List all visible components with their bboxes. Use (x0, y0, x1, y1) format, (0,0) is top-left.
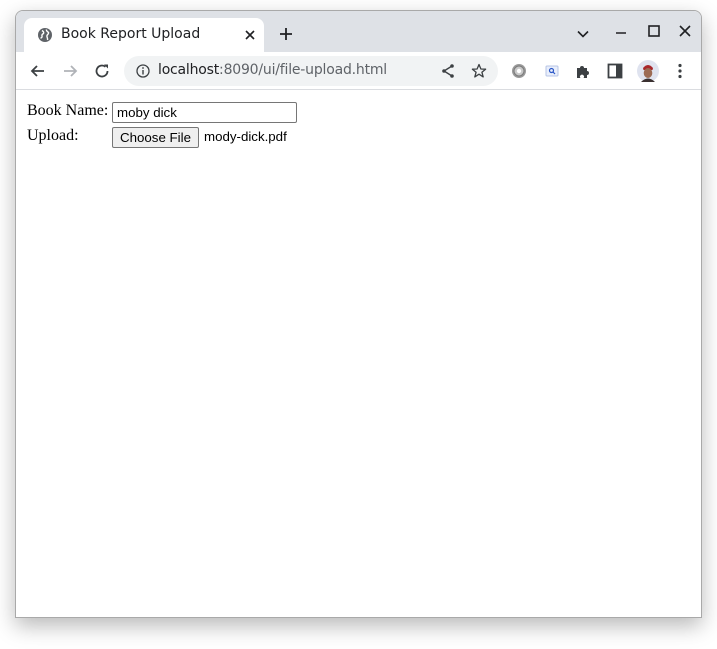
reload-icon[interactable] (93, 62, 111, 80)
browser-toolbar: localhost:8090/ui/file-upload.html (16, 52, 701, 90)
url-text: localhost:8090/ui/file-upload.html (158, 62, 387, 78)
info-icon[interactable] (136, 64, 150, 78)
profile-avatar[interactable] (637, 60, 659, 82)
settings-extension-icon[interactable] (510, 62, 528, 80)
tab-title: Book Report Upload (61, 26, 201, 42)
tab-book-report-upload[interactable]: Book Report Upload (24, 18, 264, 52)
page-content: Book Name: Upload: Choose File mody-dick… (16, 91, 701, 617)
browser-window: Book Report Upload localhost:8090/ui/fil… (15, 10, 702, 618)
tab-close-icon[interactable] (242, 27, 258, 43)
upload-label: Upload: (27, 127, 79, 144)
menu-kebab-icon[interactable] (671, 62, 689, 80)
book-name-input[interactable] (112, 102, 297, 123)
maximize-icon[interactable] (647, 24, 661, 38)
minimize-icon[interactable] (614, 25, 628, 39)
new-tab-icon[interactable] (278, 26, 294, 42)
forward-icon[interactable] (61, 62, 79, 80)
address-bar[interactable]: localhost:8090/ui/file-upload.html (124, 56, 498, 86)
share-icon[interactable] (440, 63, 456, 79)
star-icon[interactable] (471, 63, 487, 79)
url-path: :8090/ui/file-upload.html (219, 62, 387, 78)
globe-icon (38, 28, 52, 42)
side-panel-icon[interactable] (606, 62, 624, 80)
search-extension-icon[interactable] (543, 62, 561, 80)
extensions-puzzle-icon[interactable] (574, 62, 592, 80)
selected-file-name: mody-dick.pdf (204, 129, 287, 144)
tab-strip: Book Report Upload (16, 11, 701, 52)
tab-search-icon[interactable] (576, 27, 590, 41)
book-name-label: Book Name: (27, 102, 109, 119)
url-host: localhost (158, 62, 220, 78)
close-icon[interactable] (678, 24, 692, 38)
back-icon[interactable] (29, 62, 47, 80)
choose-file-button[interactable]: Choose File (112, 127, 199, 148)
